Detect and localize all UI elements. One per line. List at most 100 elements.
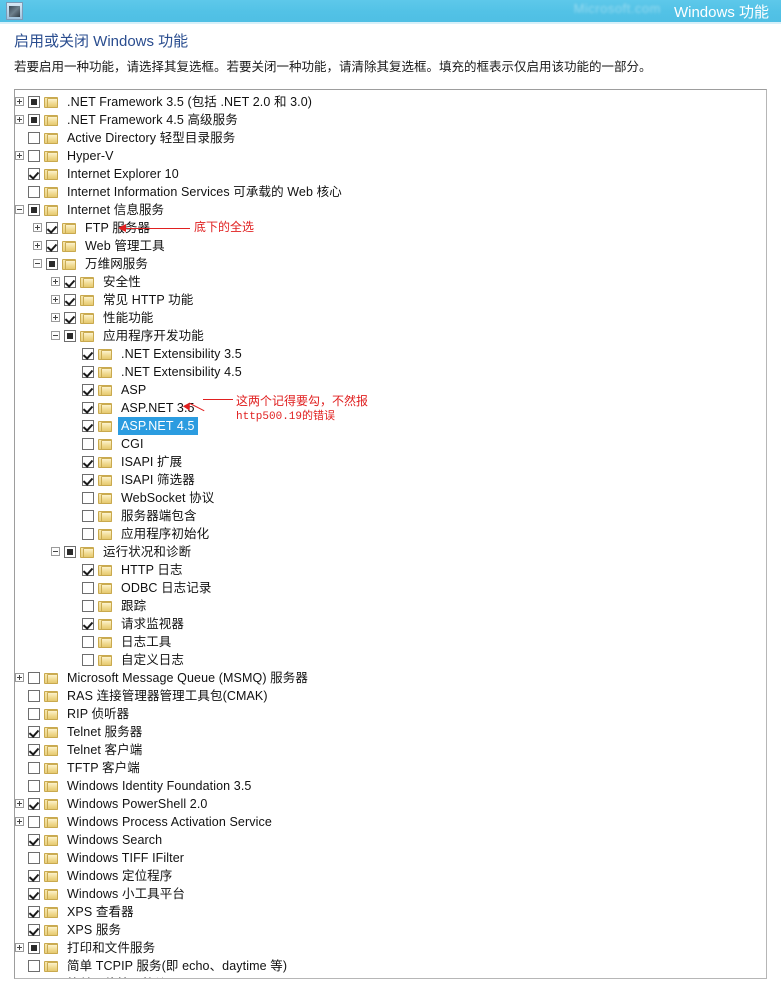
expand-plus-icon[interactable] <box>15 799 24 808</box>
tree-row[interactable]: Telnet 客户端 <box>15 741 766 759</box>
tree-row[interactable]: .NET Extensibility 4.5 <box>15 363 766 381</box>
feature-checkbox[interactable] <box>28 744 40 756</box>
feature-checkbox[interactable] <box>28 852 40 864</box>
feature-checkbox[interactable] <box>82 438 94 450</box>
tree-row[interactable]: ISAPI 筛选器 <box>15 471 766 489</box>
feature-checkbox[interactable] <box>82 654 94 666</box>
tree-row[interactable]: HTTP 日志 <box>15 561 766 579</box>
expand-plus-icon[interactable] <box>51 295 60 304</box>
tree-row[interactable]: Hyper-V <box>15 147 766 165</box>
tree-row[interactable]: 日志工具 <box>15 633 766 651</box>
expand-plus-icon[interactable] <box>15 673 24 682</box>
tree-row[interactable]: .NET Extensibility 3.5 <box>15 345 766 363</box>
tree-row[interactable]: RAS 连接管理器管理工具包(CMAK) <box>15 687 766 705</box>
tree-row[interactable]: WebSocket 协议 <box>15 489 766 507</box>
feature-checkbox[interactable] <box>64 276 76 288</box>
feature-checkbox[interactable] <box>28 942 40 954</box>
tree-row[interactable]: ISAPI 扩展 <box>15 453 766 471</box>
tree-row[interactable]: Active Directory 轻型目录服务 <box>15 129 766 147</box>
tree-row[interactable]: RIP 侦听器 <box>15 705 766 723</box>
feature-checkbox[interactable] <box>64 312 76 324</box>
feature-checkbox[interactable] <box>82 348 94 360</box>
feature-checkbox[interactable] <box>28 204 40 216</box>
feature-checkbox[interactable] <box>82 636 94 648</box>
tree-row[interactable]: XPS 服务 <box>15 921 766 939</box>
feature-checkbox[interactable] <box>46 222 58 234</box>
feature-checkbox[interactable] <box>82 492 94 504</box>
feature-checkbox[interactable] <box>28 978 40 979</box>
feature-checkbox[interactable] <box>28 708 40 720</box>
feature-checkbox[interactable] <box>82 420 94 432</box>
tree-row[interactable]: Windows Identity Foundation 3.5 <box>15 777 766 795</box>
expand-plus-icon[interactable] <box>15 943 24 952</box>
tree-row[interactable]: Internet Information Services 可承载的 Web 核… <box>15 183 766 201</box>
feature-checkbox[interactable] <box>28 186 40 198</box>
tree-row[interactable]: 万维网服务 <box>15 255 766 273</box>
collapse-minus-icon[interactable] <box>33 259 42 268</box>
feature-checkbox[interactable] <box>28 96 40 108</box>
feature-checkbox[interactable] <box>82 528 94 540</box>
tree-row[interactable]: ASP.NET 4.5 <box>15 417 766 435</box>
tree-row[interactable]: 服务器端包含 <box>15 507 766 525</box>
feature-checkbox[interactable] <box>82 564 94 576</box>
expand-plus-icon[interactable] <box>15 97 24 106</box>
feature-checkbox[interactable] <box>28 816 40 828</box>
tree-row[interactable]: 简单网络管理协议(SNMP) <box>15 975 766 979</box>
tree-row[interactable]: 常见 HTTP 功能 <box>15 291 766 309</box>
tree-row[interactable]: Windows 小工具平台 <box>15 885 766 903</box>
feature-checkbox[interactable] <box>46 258 58 270</box>
tree-row[interactable]: Windows Search <box>15 831 766 849</box>
feature-checkbox[interactable] <box>82 456 94 468</box>
tree-row[interactable]: Internet 信息服务 <box>15 201 766 219</box>
tree-row[interactable]: Windows 定位程序 <box>15 867 766 885</box>
expand-plus-icon[interactable] <box>15 817 24 826</box>
feature-checkbox[interactable] <box>28 168 40 180</box>
feature-checkbox[interactable] <box>64 546 76 558</box>
tree-row[interactable]: 应用程序初始化 <box>15 525 766 543</box>
tree-row[interactable]: Web 管理工具 <box>15 237 766 255</box>
tree-row[interactable]: TFTP 客户端 <box>15 759 766 777</box>
feature-checkbox[interactable] <box>28 672 40 684</box>
tree-row[interactable]: ASP <box>15 381 766 399</box>
tree-row[interactable]: 自定义日志 <box>15 651 766 669</box>
expand-plus-icon[interactable] <box>33 241 42 250</box>
features-tree-panel[interactable]: .NET Framework 3.5 (包括 .NET 2.0 和 3.0) .N… <box>14 89 767 979</box>
feature-checkbox[interactable] <box>64 294 76 306</box>
collapse-minus-icon[interactable] <box>51 331 60 340</box>
feature-checkbox[interactable] <box>28 798 40 810</box>
feature-checkbox[interactable] <box>28 924 40 936</box>
tree-row[interactable]: Windows PowerShell 2.0 <box>15 795 766 813</box>
tree-row[interactable]: Telnet 服务器 <box>15 723 766 741</box>
feature-checkbox[interactable] <box>82 600 94 612</box>
tree-row[interactable]: 运行状况和诊断 <box>15 543 766 561</box>
expand-plus-icon[interactable] <box>51 313 60 322</box>
feature-checkbox[interactable] <box>28 150 40 162</box>
tree-row[interactable]: Windows TIFF IFilter <box>15 849 766 867</box>
feature-checkbox[interactable] <box>64 330 76 342</box>
feature-checkbox[interactable] <box>82 384 94 396</box>
feature-checkbox[interactable] <box>82 402 94 414</box>
tree-row[interactable]: ODBC 日志记录 <box>15 579 766 597</box>
tree-row[interactable]: XPS 查看器 <box>15 903 766 921</box>
feature-checkbox[interactable] <box>82 510 94 522</box>
feature-checkbox[interactable] <box>28 834 40 846</box>
tree-row[interactable]: ASP.NET 3.5 <box>15 399 766 417</box>
feature-checkbox[interactable] <box>82 366 94 378</box>
expand-plus-icon[interactable] <box>15 151 24 160</box>
tree-row[interactable]: 打印和文件服务 <box>15 939 766 957</box>
tree-row[interactable]: Microsoft Message Queue (MSMQ) 服务器 <box>15 669 766 687</box>
feature-checkbox[interactable] <box>46 240 58 252</box>
collapse-minus-icon[interactable] <box>15 205 24 214</box>
feature-checkbox[interactable] <box>28 132 40 144</box>
feature-checkbox[interactable] <box>82 618 94 630</box>
tree-row[interactable]: .NET Framework 4.5 高级服务 <box>15 111 766 129</box>
feature-checkbox[interactable] <box>82 474 94 486</box>
tree-row[interactable]: 请求监视器 <box>15 615 766 633</box>
expand-plus-icon[interactable] <box>15 115 24 124</box>
features-tree[interactable]: .NET Framework 3.5 (包括 .NET 2.0 和 3.0) .N… <box>15 90 766 979</box>
tree-row[interactable]: .NET Framework 3.5 (包括 .NET 2.0 和 3.0) <box>15 93 766 111</box>
expand-plus-icon[interactable] <box>51 277 60 286</box>
feature-checkbox[interactable] <box>28 960 40 972</box>
collapse-minus-icon[interactable] <box>51 547 60 556</box>
tree-row[interactable]: CGI <box>15 435 766 453</box>
